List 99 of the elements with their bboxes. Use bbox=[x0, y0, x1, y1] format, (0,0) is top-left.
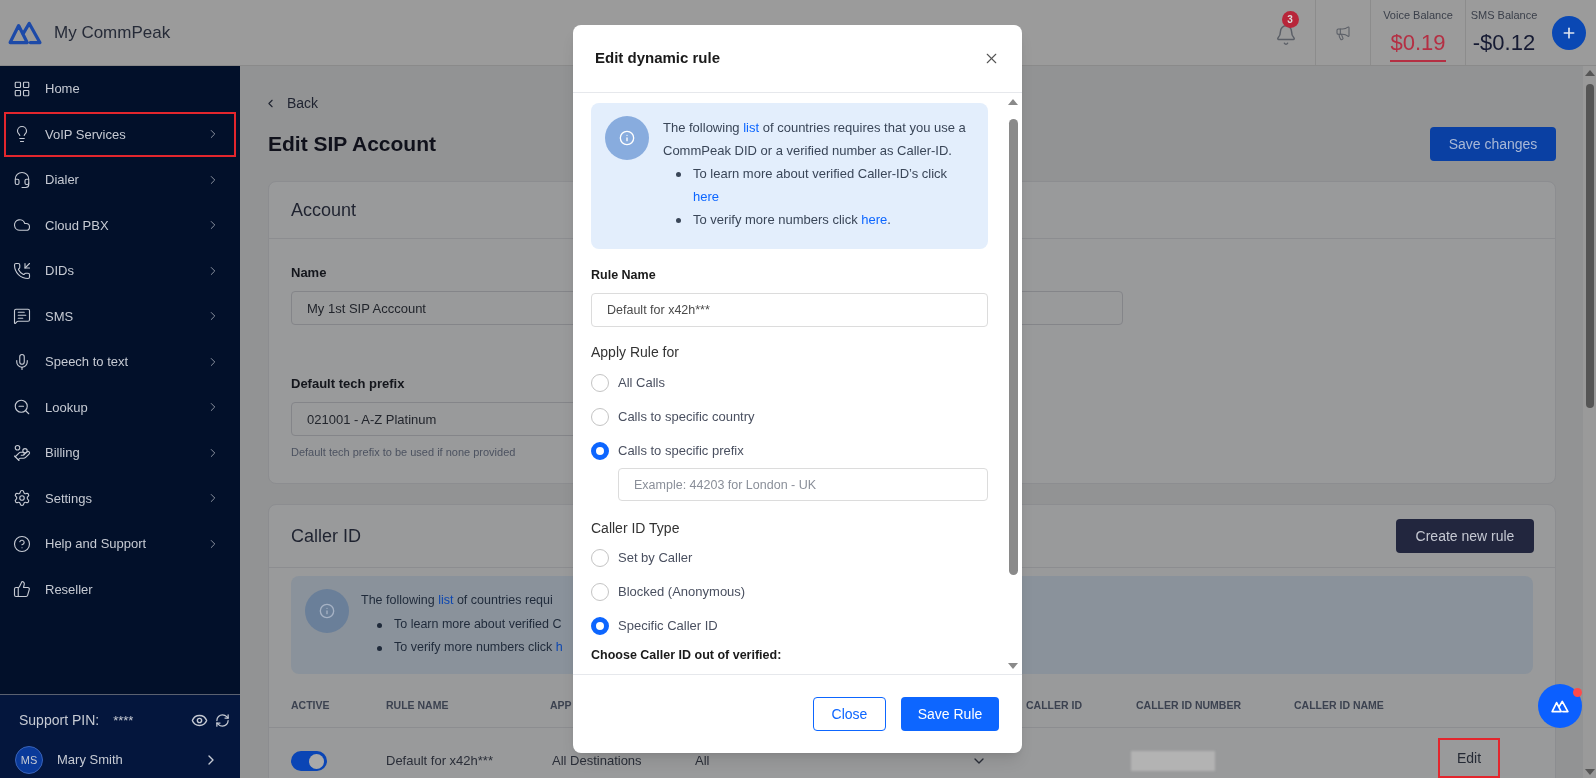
table-cell: All Destinations bbox=[552, 754, 642, 768]
column-header: CALLER ID NUMBER bbox=[1136, 698, 1241, 711]
user-name[interactable]: Mary Smith bbox=[57, 750, 123, 770]
section-label: Caller ID Type bbox=[591, 519, 680, 537]
microphone-icon bbox=[13, 352, 31, 371]
bullet-icon bbox=[676, 218, 681, 223]
brand-name: My CommPeak bbox=[54, 21, 171, 44]
balance-value[interactable]: -$0.12 bbox=[1472, 30, 1536, 62]
back-link[interactable]: Back bbox=[268, 94, 319, 112]
card-title: Caller ID bbox=[291, 524, 361, 548]
logo-icon bbox=[8, 20, 42, 45]
arrow-down-icon[interactable] bbox=[1008, 663, 1018, 669]
field-label: Rule Name bbox=[591, 267, 656, 283]
save-changes-button[interactable]: Save changes bbox=[1430, 127, 1556, 161]
sidebar-item[interactable]: Reseller bbox=[4, 566, 236, 612]
sidebar-item[interactable]: SMS bbox=[4, 293, 236, 339]
list-link[interactable]: list bbox=[743, 120, 760, 135]
eye-icon[interactable] bbox=[191, 712, 208, 729]
phone-icon bbox=[13, 261, 31, 280]
bullet-text: To verify more numbers click here. bbox=[693, 211, 891, 229]
balance-label: SMS Balance bbox=[1470, 8, 1538, 22]
close-button[interactable]: Close bbox=[813, 697, 886, 731]
column-header: ACTIVE bbox=[291, 698, 330, 711]
settings-icon bbox=[13, 489, 31, 508]
notification-badge: 3 bbox=[1281, 10, 1299, 28]
bullet-icon bbox=[676, 172, 681, 177]
modal-title: Edit dynamic rule bbox=[595, 48, 721, 69]
bullet-text: To learn more about verified C bbox=[394, 615, 562, 633]
add-button[interactable] bbox=[1552, 15, 1586, 50]
balance-label: Voice Balance bbox=[1383, 8, 1453, 22]
field-hint: Default tech prefix to be used if none provided bbox=[291, 445, 516, 459]
text-field[interactable]: Default for x42h*** bbox=[591, 293, 988, 327]
scrollbar-thumb[interactable] bbox=[1008, 119, 1018, 575]
radio-button[interactable] bbox=[591, 408, 609, 426]
scrollbar-thumb[interactable] bbox=[1585, 84, 1594, 408]
grid-icon bbox=[13, 79, 31, 98]
notice-text: The following list of countries requires that you use a CommPeak DID or a verified number as Caller-ID. bbox=[663, 119, 967, 160]
column-header: APP bbox=[550, 698, 572, 711]
table-cell: All bbox=[695, 754, 710, 768]
sidebar-item[interactable]: Settings bbox=[4, 475, 236, 521]
sidebar-item[interactable]: Cloud PBX bbox=[4, 202, 236, 248]
table-cell: Default for x42h*** bbox=[386, 754, 493, 768]
bullet-icon bbox=[377, 622, 382, 628]
sidebar-item[interactable]: Speech to text bbox=[4, 339, 236, 385]
card-title: Account bbox=[291, 198, 357, 222]
sidebar-item[interactable]: Lookup bbox=[4, 384, 236, 430]
radio-label: Set by Caller bbox=[618, 549, 693, 568]
user-avatar: MS bbox=[15, 746, 43, 774]
support-pin-value: **** bbox=[113, 711, 134, 730]
bullet-icon bbox=[377, 646, 382, 651]
help-icon bbox=[13, 534, 31, 553]
bullet-text: To verify more numbers click h bbox=[394, 639, 563, 656]
radio-button[interactable] bbox=[591, 617, 609, 635]
sidebar-item[interactable]: Home bbox=[4, 66, 236, 112]
radio-label: Calls to specific prefix bbox=[618, 442, 744, 461]
radio-button[interactable] bbox=[591, 549, 609, 567]
support-pin-label: Support PIN: bbox=[19, 711, 100, 730]
logo-icon bbox=[1551, 699, 1569, 713]
edit-link[interactable]: Edit bbox=[1438, 738, 1500, 778]
notice-text: The following list of countries requi bbox=[361, 592, 553, 609]
arrow-up-icon[interactable] bbox=[1584, 70, 1595, 76]
hand-coins-icon bbox=[13, 443, 31, 462]
radio-button[interactable] bbox=[591, 442, 609, 460]
message-icon bbox=[13, 307, 31, 326]
radio-label: All Calls bbox=[618, 374, 665, 393]
field-label: Name bbox=[291, 265, 327, 281]
radio-label: Specific Caller ID bbox=[618, 617, 718, 636]
sidebar-item[interactable]: DIDs bbox=[4, 248, 236, 294]
arrow-down-icon[interactable] bbox=[1584, 769, 1595, 775]
field-label: Default tech prefix bbox=[291, 376, 405, 392]
sidebar-item[interactable]: Billing bbox=[4, 430, 236, 476]
thumbs-up-icon bbox=[13, 580, 31, 599]
here-link[interactable]: here bbox=[693, 189, 720, 204]
radio-label: Blocked (Anonymous) bbox=[618, 583, 746, 602]
sidebar-item[interactable]: Dialer bbox=[4, 157, 236, 203]
info-icon bbox=[305, 589, 349, 633]
refresh-icon[interactable] bbox=[215, 713, 230, 728]
column-header: CALLER ID bbox=[1026, 698, 1082, 711]
prefix-input[interactable]: Example: 44203 for London - UK bbox=[618, 468, 988, 501]
headset-icon bbox=[13, 170, 31, 189]
field-label: Choose Caller ID out of verified: bbox=[591, 647, 782, 663]
info-icon bbox=[605, 116, 649, 160]
sidebar-item[interactable]: Help and Support bbox=[4, 521, 236, 567]
arrow-up-icon[interactable] bbox=[1008, 99, 1018, 105]
page-title: Edit SIP Account bbox=[268, 131, 437, 158]
column-header: RULE NAME bbox=[386, 698, 449, 711]
section-label: Apply Rule for bbox=[591, 343, 679, 361]
scrollbar-track[interactable] bbox=[1583, 66, 1596, 778]
toggle-switch[interactable] bbox=[291, 751, 327, 771]
megaphone-icon[interactable] bbox=[1335, 24, 1351, 41]
radio-button[interactable] bbox=[591, 583, 609, 601]
create-rule-button[interactable]: Create new rule bbox=[1396, 519, 1534, 553]
magnifier-icon bbox=[13, 398, 31, 417]
radio-button[interactable] bbox=[591, 374, 609, 392]
bell-icon[interactable] bbox=[1274, 23, 1297, 46]
save-rule-button[interactable]: Save Rule bbox=[901, 697, 999, 731]
sidebar-item[interactable]: VoIP Services bbox=[4, 111, 236, 157]
column-header: CALLER ID NAME bbox=[1294, 698, 1384, 711]
radio-label: Calls to specific country bbox=[618, 408, 755, 427]
